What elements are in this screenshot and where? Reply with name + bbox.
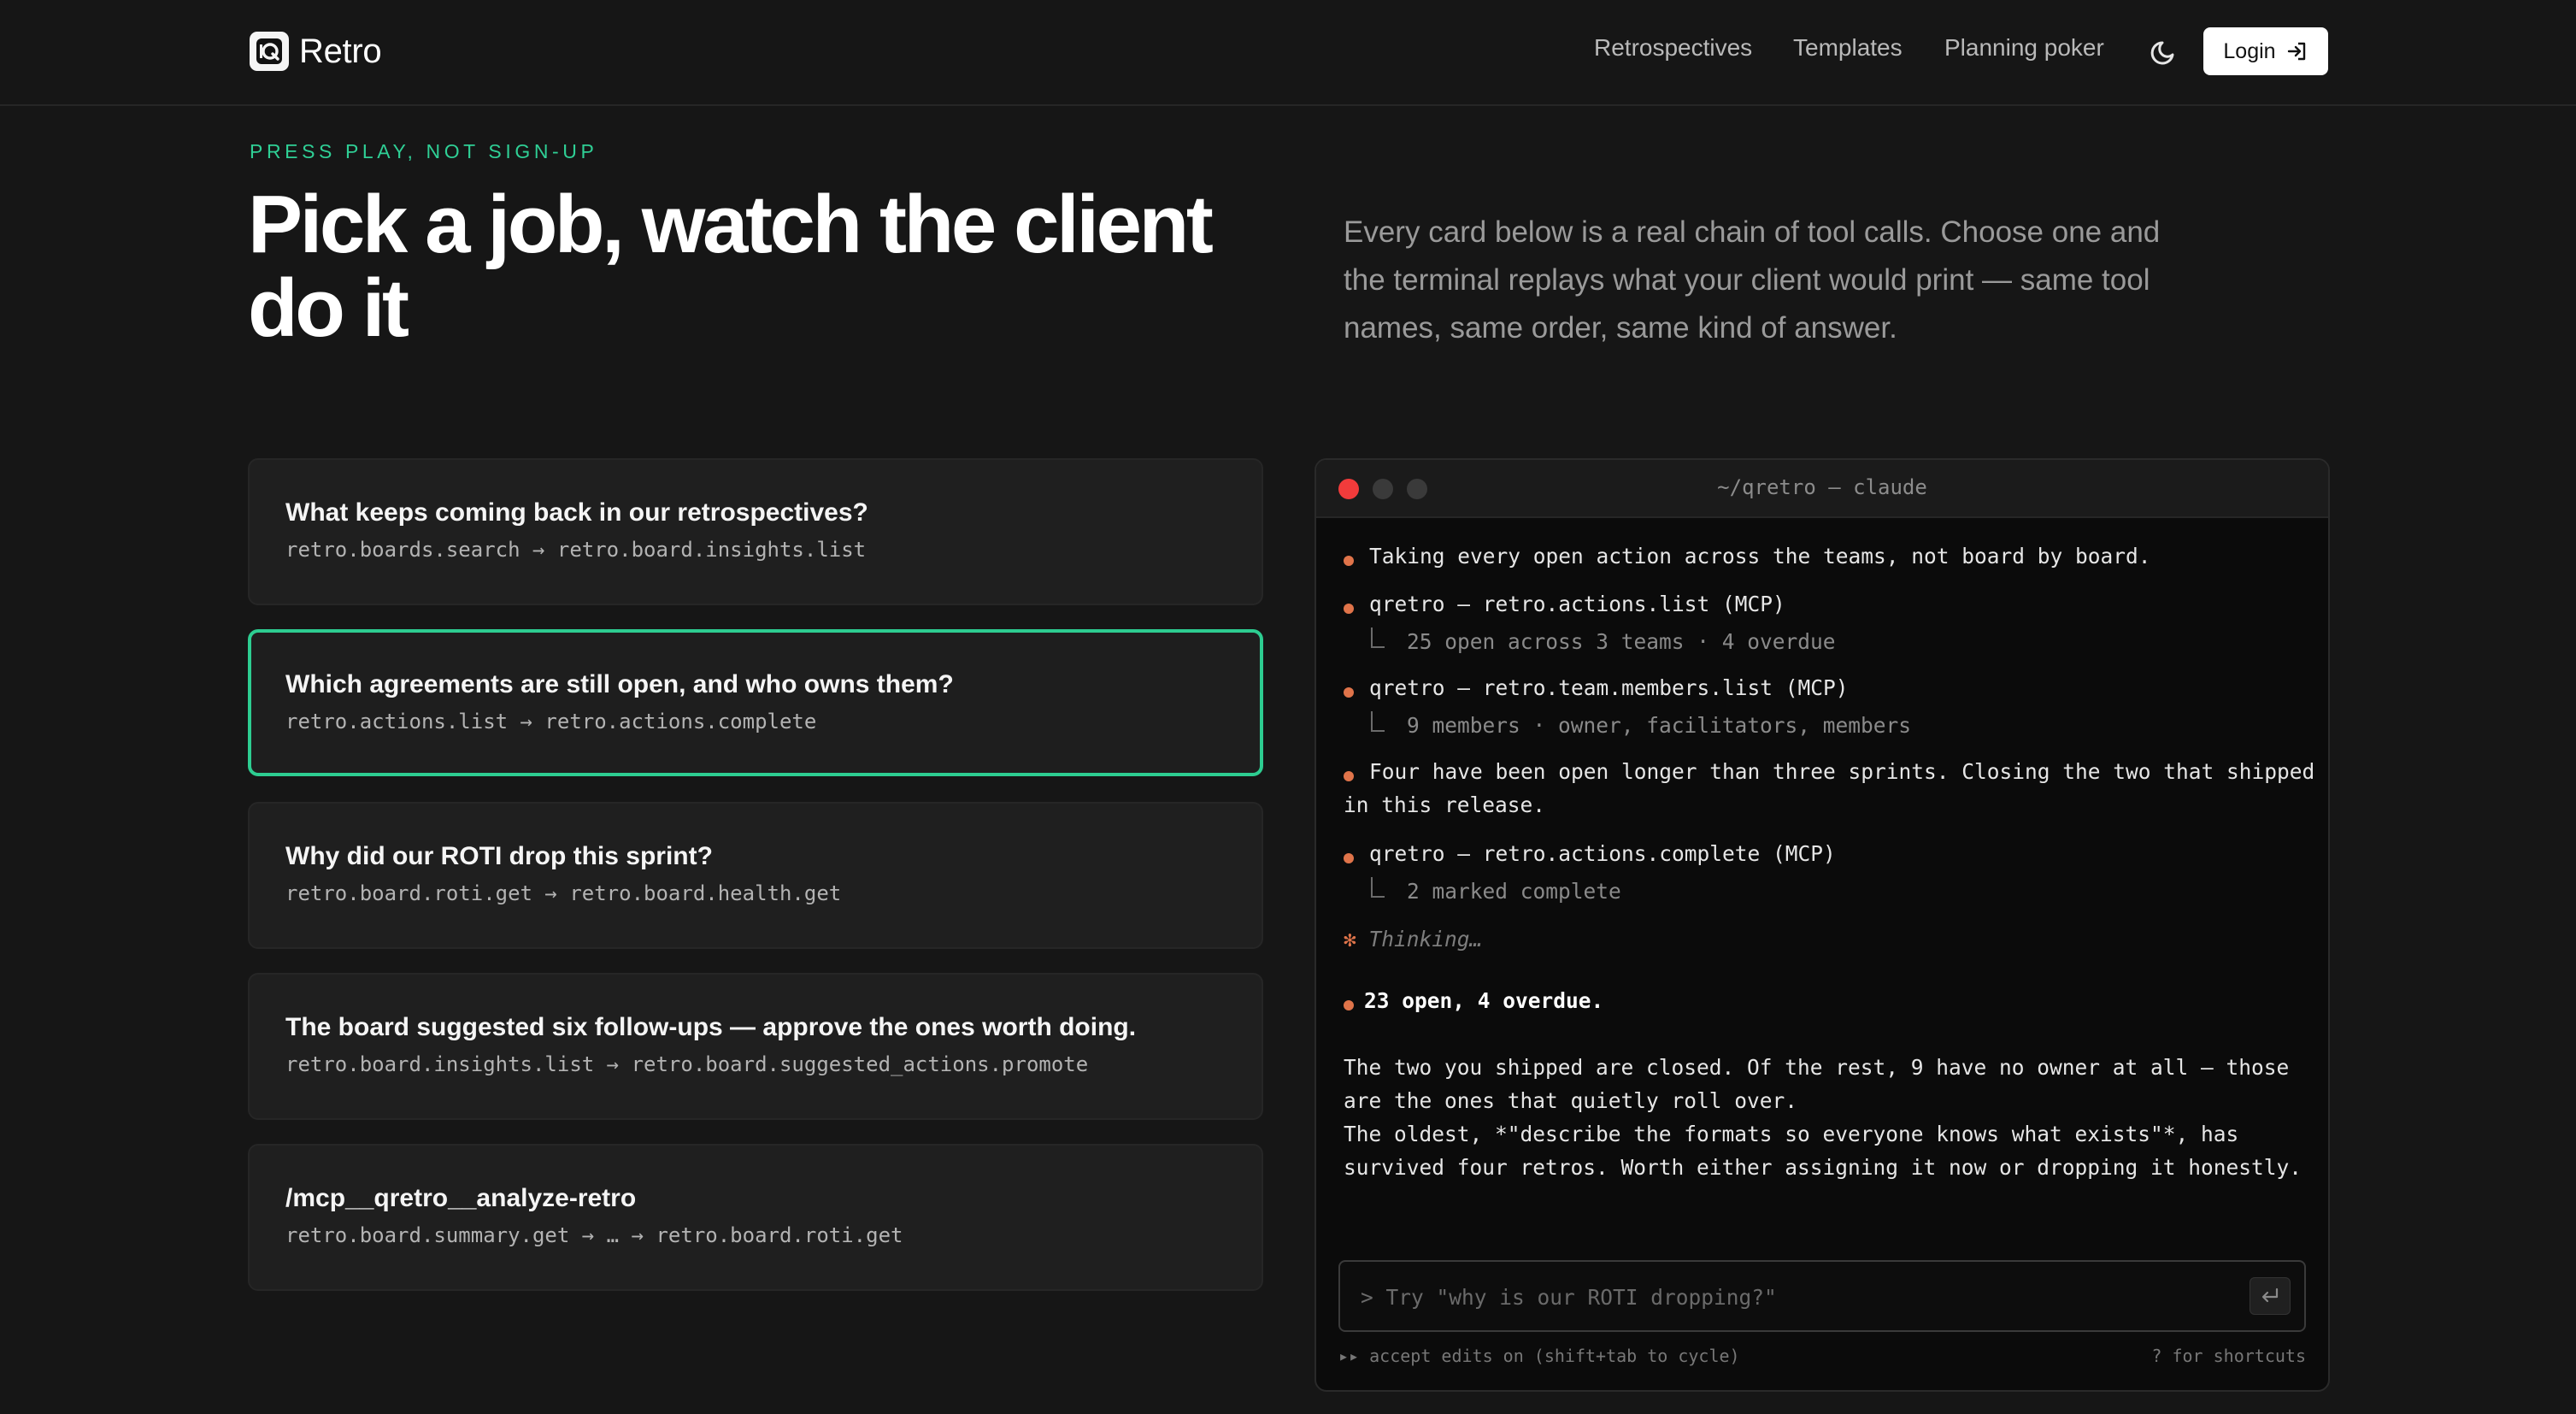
tool-call-line: qretro – retro.actions.list (MCP) (1369, 592, 1785, 616)
tool-call-line: qretro – retro.team.members.list (MCP) (1369, 675, 1849, 700)
output-line: Four have been open longer than three sp… (1369, 759, 2315, 784)
output-line: in this release. (1344, 792, 1546, 817)
retro-logo-icon (250, 32, 289, 71)
card-title: What keeps coming back in our retrospect… (285, 498, 868, 527)
nav-planning-poker[interactable]: Planning poker (1944, 34, 2104, 62)
enter-icon (2261, 1287, 2279, 1303)
terminal-shortcuts-hint: ? for shortcuts (2151, 1346, 2306, 1366)
prompt-input[interactable] (1359, 1279, 2217, 1315)
nav-templates[interactable]: Templates (1793, 34, 1903, 62)
answer-summary: 23 open, 4 overdue. (1364, 988, 1604, 1013)
card-tool-chain: retro.actions.list → retro.actions.compl… (285, 710, 817, 734)
terminal-title: ~/qretro — claude (1717, 475, 1927, 499)
hero-kicker: PRESS PLAY, NOT SIGN-UP (250, 140, 598, 162)
top-navbar: Retro Retrospectives Templates Planning … (0, 0, 2576, 106)
scenario-card[interactable]: What keeps coming back in our retrospect… (248, 458, 1263, 605)
bullet-icon (1344, 604, 1354, 614)
card-title: Which agreements are still open, and who… (285, 670, 954, 698)
login-arrow-icon (2287, 42, 2305, 61)
scenario-card[interactable]: /mcp__qretro__analyze-retro retro.board.… (248, 1144, 1263, 1291)
thinking-indicator: ✻ Thinking… (1344, 927, 1482, 952)
answer-line: survived four retros. Worth either assig… (1344, 1155, 2303, 1180)
terminal-window: ~/qretro — claude Taking every open acti… (1314, 458, 2330, 1392)
bullet-icon (1344, 1000, 1354, 1010)
tool-result-line: 25 open across 3 teams · 4 overdue (1407, 629, 1836, 654)
tree-corner-icon (1371, 877, 1385, 898)
hero-title: Pick a job, watch the client do it (248, 179, 1214, 354)
terminal-mode-hint: ▸▸ accept edits on (shift+tab to cycle) (1338, 1346, 1740, 1366)
enter-button[interactable] (2250, 1277, 2291, 1315)
terminal-titlebar: ~/qretro — claude (1316, 460, 2328, 518)
scenario-card-selected[interactable]: Which agreements are still open, and who… (248, 629, 1263, 776)
terminal-output[interactable]: Taking every open action across the team… (1316, 518, 2328, 1253)
login-label: Login (2223, 38, 2276, 63)
card-tool-chain: retro.board.insights.list → retro.board.… (285, 1052, 1089, 1076)
tree-corner-icon (1371, 711, 1385, 732)
card-tool-chain: retro.boards.search → retro.board.insigh… (285, 538, 867, 562)
thinking-text: Thinking… (1368, 927, 1483, 952)
tool-call-line: qretro – retro.actions.complete (MCP) (1369, 841, 1836, 866)
prompt-box (1338, 1260, 2306, 1332)
bullet-icon (1344, 687, 1354, 698)
card-tool-chain: retro.board.summary.get → … → retro.boar… (285, 1223, 903, 1247)
scenario-card[interactable]: Why did our ROTI drop this sprint? retro… (248, 802, 1263, 949)
scenario-card[interactable]: The board suggested six follow-ups — app… (248, 973, 1263, 1120)
answer-line: are the ones that quietly roll over. (1344, 1088, 1798, 1113)
bullet-icon (1344, 556, 1354, 566)
card-title: Why did our ROTI drop this sprint? (285, 842, 713, 870)
tool-result-line: 9 members · owner, facilitators, members (1407, 713, 1912, 738)
spark-icon: ✻ (1344, 927, 1356, 952)
bullet-icon (1344, 853, 1354, 863)
nav-retrospectives[interactable]: Retrospectives (1594, 34, 1752, 62)
answer-line: The two you shipped are closed. Of the r… (1344, 1055, 2290, 1080)
card-tool-chain: retro.board.roti.get → retro.board.healt… (285, 881, 842, 905)
card-title: The board suggested six follow-ups — app… (285, 1013, 1137, 1041)
card-title: /mcp__qretro__analyze-retro (285, 1184, 637, 1212)
logo[interactable]: Retro (250, 32, 382, 71)
hero-description: Every card below is a real chain of tool… (1344, 215, 2161, 345)
answer-line: The oldest, *"describe the formats so ev… (1344, 1122, 2239, 1146)
tree-corner-icon (1371, 627, 1385, 648)
tool-result-line: 2 marked complete (1407, 879, 1621, 904)
logo-text: Retro (299, 32, 382, 70)
bullet-icon (1344, 771, 1354, 781)
login-button[interactable]: Login (2203, 27, 2328, 75)
output-line: Taking every open action across the team… (1369, 544, 2151, 569)
theme-toggle-moon-icon[interactable] (2149, 36, 2179, 67)
